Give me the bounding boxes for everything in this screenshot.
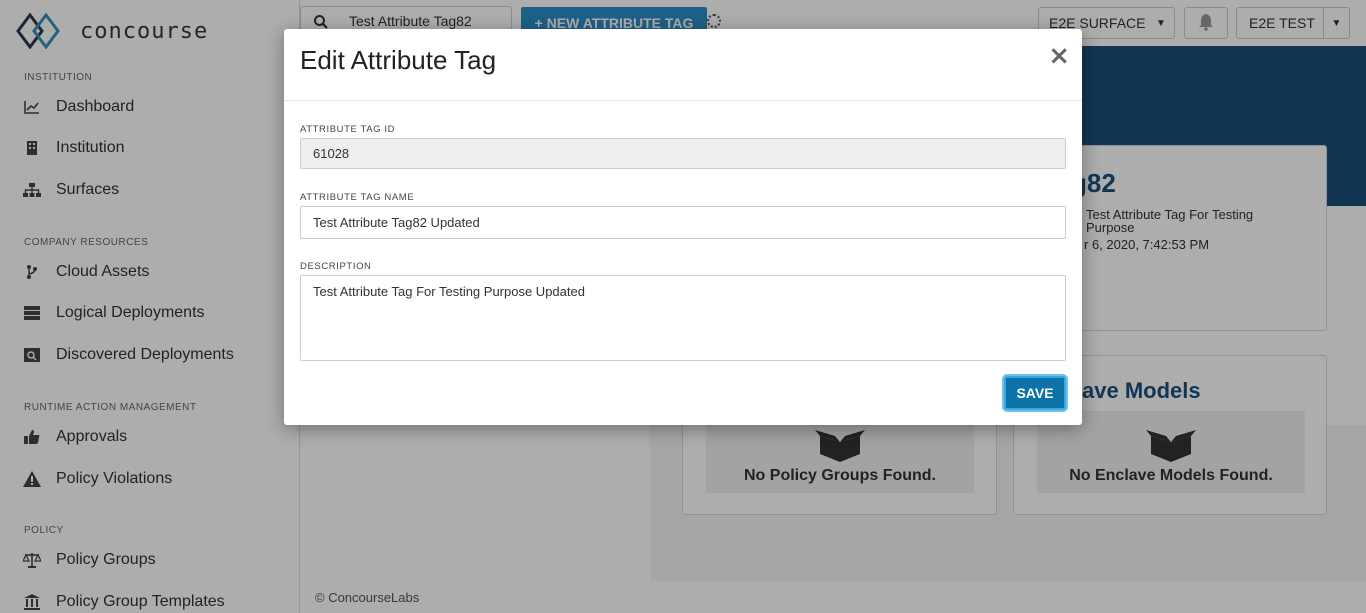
- close-icon[interactable]: ×: [1048, 41, 1070, 71]
- attribute-tag-name-label: ATTRIBUTE TAG NAME: [300, 192, 415, 203]
- attribute-tag-id-field: [300, 138, 1066, 169]
- description-field[interactable]: Test Attribute Tag For Testing Purpose U…: [300, 275, 1066, 361]
- attribute-tag-name-field[interactable]: [300, 206, 1066, 239]
- save-button[interactable]: SAVE: [1004, 376, 1066, 410]
- modal-title: Edit Attribute Tag: [300, 45, 497, 75]
- attribute-tag-id-label: ATTRIBUTE TAG ID: [300, 124, 396, 135]
- edit-attribute-tag-modal: Edit Attribute Tag × ATTRIBUTE TAG ID AT…: [284, 29, 1082, 425]
- modal-header: Edit Attribute Tag ×: [284, 29, 1082, 101]
- description-label: DESCRIPTION: [300, 261, 372, 272]
